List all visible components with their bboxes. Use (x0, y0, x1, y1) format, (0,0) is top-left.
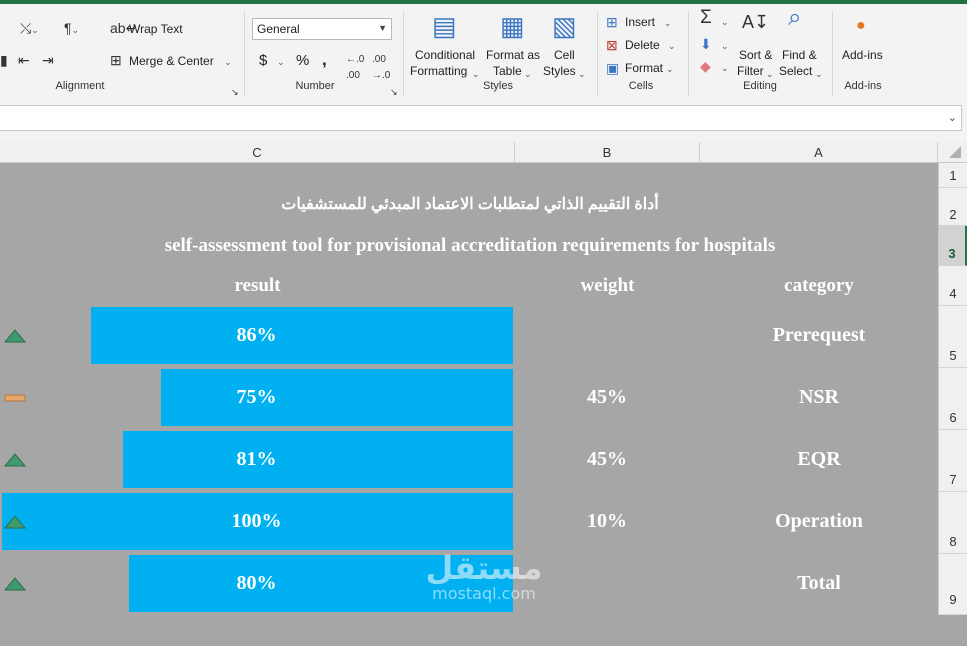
orientation-icon[interactable]: ⤯⌄ (20, 20, 39, 38)
title-arabic: أداة التقييم الذاتي لمتطلبات الاعتماد ال… (281, 196, 659, 213)
addins-button[interactable]: Add-ins (842, 48, 883, 62)
format-as-table-icon[interactable]: ▦ (500, 12, 525, 40)
conditional-formatting-label-2[interactable]: Formatting (410, 64, 467, 78)
trend-up-icon (4, 515, 26, 529)
row-header-1[interactable]: 1 (939, 163, 967, 188)
category-cell[interactable]: Total (700, 572, 938, 595)
sort-filter-icon[interactable]: A↧ (742, 13, 769, 31)
merge-center-button[interactable]: Merge & Center (129, 54, 214, 68)
number-group-label: Number (295, 80, 335, 92)
row-header-7[interactable]: 7 (939, 430, 967, 492)
trend-flat-icon (4, 394, 26, 402)
insert-dropdown-icon[interactable]: ⌄ (664, 15, 672, 31)
fill-icon[interactable]: ⬇ (700, 36, 712, 52)
cell-styles-label-1[interactable]: Cell (554, 48, 575, 62)
delete-cells-icon[interactable]: ⊠ (606, 37, 618, 53)
row-header-5[interactable]: 5 (939, 306, 967, 368)
search-icon[interactable]: ⌕ (788, 6, 801, 30)
result-cell[interactable]: 86% (0, 324, 513, 347)
trend-up-icon (4, 453, 26, 467)
align-left-indent-icon[interactable]: ▮ (0, 52, 8, 68)
decrease-indent-icon[interactable]: ⇤ (18, 52, 30, 68)
column-header-c[interactable]: C (0, 142, 515, 163)
column-header-a[interactable]: A (700, 142, 938, 163)
cell-styles-dropdown-icon[interactable]: ⌄ (578, 66, 586, 82)
find-select-label-1[interactable]: Find & (782, 48, 817, 62)
header-category: category (784, 275, 854, 296)
percent-button[interactable]: % (296, 52, 309, 69)
result-cell[interactable]: 100% (0, 510, 513, 533)
column-header-b[interactable]: B (515, 142, 700, 163)
trend-up-icon (4, 577, 26, 591)
autosum-icon[interactable]: Σ (700, 8, 712, 27)
category-cell[interactable]: Prerequest (700, 324, 938, 347)
category-cell[interactable]: EQR (700, 448, 938, 471)
find-select-label-2[interactable]: Select (779, 64, 812, 78)
styles-group-label: Styles (483, 80, 513, 92)
editing-group-label: Editing (743, 80, 777, 92)
delete-dropdown-icon[interactable]: ⌄ (668, 38, 676, 54)
merge-center-dropdown-icon[interactable]: ⌄ (224, 54, 232, 70)
weight-cell[interactable]: 45% (515, 448, 699, 471)
merge-center-icon[interactable]: ⊞ (110, 52, 122, 68)
category-cell[interactable]: NSR (700, 386, 938, 409)
weight-cell[interactable]: 45% (515, 386, 699, 409)
currency-button[interactable]: $ (259, 52, 267, 69)
autosum-dropdown-icon[interactable]: ⌄ (721, 14, 729, 30)
title-english: self-assessment tool for provisional acc… (164, 235, 776, 256)
formula-bar-input[interactable] (0, 105, 962, 131)
wrap-text-button[interactable]: Wrap Text (129, 22, 183, 36)
format-cells-icon[interactable]: ▣ (606, 60, 619, 76)
format-as-table-label-2[interactable]: Table (493, 64, 522, 78)
row-headers: 1 2 3 4 5 6 7 8 9 (938, 163, 967, 615)
currency-dropdown-icon[interactable]: ⌄ (277, 54, 285, 70)
cell-styles-icon[interactable]: ▧ (552, 12, 577, 40)
find-select-dropdown-icon[interactable]: ⌄ (815, 66, 823, 82)
cells-group-label: Cells (628, 80, 654, 92)
text-direction-icon[interactable]: ¶⌄ (64, 20, 79, 38)
expand-formula-bar-icon[interactable]: ⌄ (948, 111, 957, 124)
conditional-formatting-icon[interactable]: ▤ (432, 12, 457, 40)
result-cell[interactable]: 81% (0, 448, 513, 471)
clear-dropdown-icon[interactable]: ⌄ (721, 60, 729, 76)
delete-button[interactable]: Delete (625, 38, 660, 52)
format-as-table-label-1[interactable]: Format as (486, 48, 540, 62)
row-header-6[interactable]: 6 (939, 368, 967, 430)
insert-cells-icon[interactable]: ⊞ (606, 14, 618, 30)
format-button[interactable]: Format (625, 61, 663, 75)
addins-group-label: Add-ins (844, 80, 882, 92)
watermark: مستقل mostaql.com (425, 549, 543, 603)
select-all-corner[interactable] (938, 142, 967, 163)
number-format-select[interactable]: General ▼ (252, 18, 392, 40)
sort-filter-label-2[interactable]: Filter (737, 64, 764, 78)
category-cell[interactable]: Operation (700, 510, 938, 533)
sort-filter-label-1[interactable]: Sort & (739, 48, 772, 62)
header-result: result (234, 275, 281, 296)
row-header-9[interactable]: 9 (939, 554, 967, 615)
fill-dropdown-icon[interactable]: ⌄ (721, 38, 729, 54)
alignment-group-label: Alignment (55, 80, 105, 92)
column-headers: C B A (0, 142, 938, 163)
trend-up-icon (4, 329, 26, 343)
insert-button[interactable]: Insert (625, 15, 655, 29)
decrease-decimal-icon[interactable]: .00 →.0 (372, 52, 390, 84)
addins-icon[interactable]: ● (856, 18, 866, 34)
conditional-formatting-label-1[interactable]: Conditional (415, 48, 475, 62)
row-header-4[interactable]: 4 (939, 266, 967, 306)
header-weight: weight (580, 275, 635, 296)
result-cell[interactable]: 75% (0, 386, 513, 409)
row-header-2[interactable]: 2 (939, 188, 967, 226)
clear-icon[interactable]: ◆ (700, 58, 711, 74)
ribbon: ⤯⌄ ¶⌄ ab↵ Wrap Text ▮ ⇤ ⇥ ⊞ Merge & Cent… (0, 0, 967, 97)
comma-button[interactable]: , (322, 50, 327, 70)
row-header-3[interactable]: 3 (939, 226, 967, 266)
weight-cell[interactable]: 10% (515, 510, 699, 533)
row-header-8[interactable]: 8 (939, 492, 967, 554)
increase-indent-icon[interactable]: ⇥ (42, 52, 54, 68)
cell-styles-label-2[interactable]: Styles (543, 64, 576, 78)
format-dropdown-icon[interactable]: ⌄ (666, 61, 674, 77)
chevron-down-icon: ▼ (378, 23, 387, 33)
